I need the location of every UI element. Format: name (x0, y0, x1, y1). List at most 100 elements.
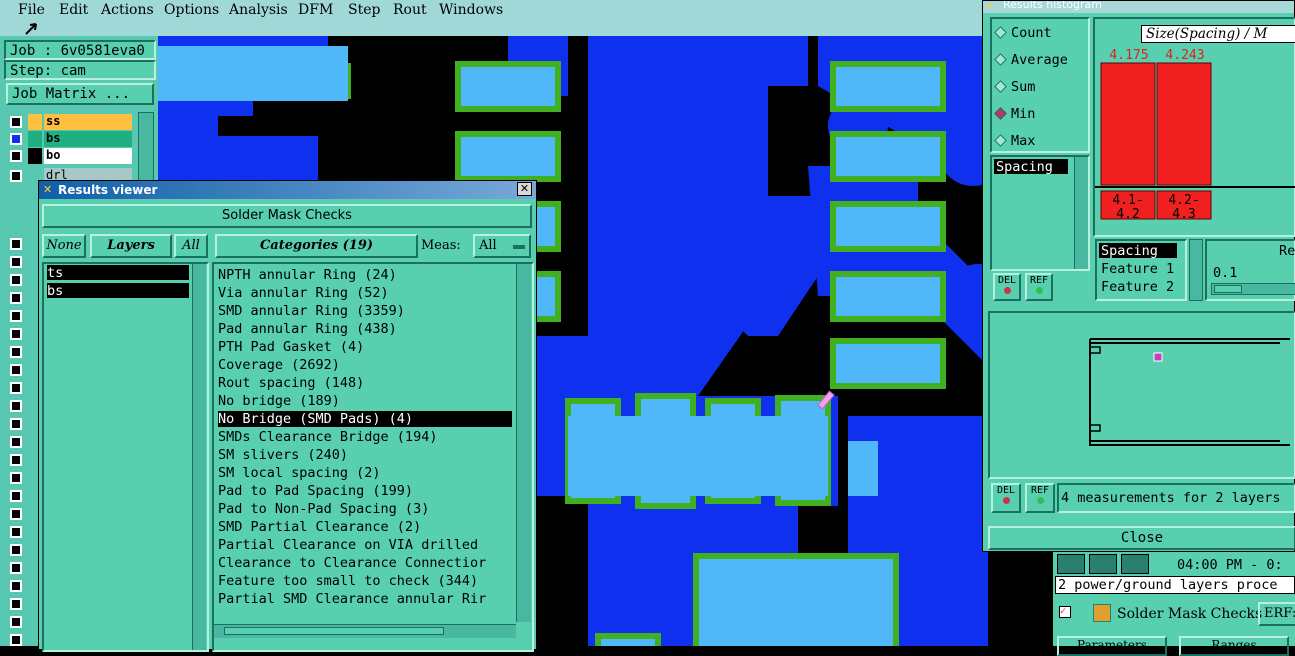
tab-ranges[interactable]: Ranges (1179, 636, 1289, 656)
job-matrix-button[interactable]: Job Matrix ... (6, 83, 154, 105)
bin-label: 4.1- (1112, 193, 1143, 208)
layer-checkbox[interactable] (10, 116, 22, 128)
list-item[interactable]: Feature too small to check (344) (218, 573, 478, 589)
layer-checkbox[interactable] (10, 150, 22, 162)
list-item[interactable]: Pad to Non-Pad Spacing (3) (218, 501, 429, 517)
radio-max[interactable]: Max (994, 133, 1035, 149)
list-item[interactable]: SMDs Clearance Bridge (194) (218, 429, 437, 445)
dfm-panel: 04:00 PM - 0: 2 power/ground layers proc… (1053, 552, 1295, 656)
ref-button[interactable]: REF (1025, 483, 1055, 513)
list-item[interactable]: Via annular Ring (52) (218, 285, 389, 301)
results-viewer-title: Results viewer (58, 183, 158, 197)
none-button[interactable]: None (42, 234, 86, 258)
del-button[interactable]: DEL (991, 483, 1021, 513)
layer-checkbox[interactable] (10, 170, 22, 182)
list-item[interactable]: bs (47, 283, 189, 299)
radio-sum[interactable]: Sum (994, 79, 1035, 95)
list-item[interactable]: Partial Clearance on VIA drilled (218, 537, 478, 553)
layer-name[interactable]: ss (44, 114, 132, 130)
list-item-selected[interactable]: Spacing (994, 159, 1068, 175)
histogram-titlebar[interactable]: ✕ Results histogram (983, 1, 1294, 13)
menu-file[interactable]: File (18, 2, 45, 18)
range-slider-thumb[interactable] (1214, 285, 1242, 293)
list-item[interactable]: NPTH annular Ring (24) (218, 267, 397, 283)
categories-vscrollbar[interactable] (516, 264, 531, 622)
radio-count[interactable]: Count (994, 25, 1052, 41)
erf-button[interactable]: ERF: (1258, 602, 1295, 626)
solder-mask-checks-header[interactable]: Solder Mask Checks (42, 204, 532, 228)
list-item[interactable]: Feature 2 (1101, 279, 1174, 295)
list-item[interactable]: SMD annular Ring (3359) (218, 303, 405, 319)
hscroll-thumb[interactable] (224, 627, 444, 635)
window-icon: ✕ (43, 183, 53, 196)
list-item[interactable]: SM slivers (240) (218, 447, 348, 463)
list-item-selected[interactable]: No Bridge (SMD Pads) (4) (218, 411, 512, 427)
dropdown-icon (513, 245, 525, 249)
categories-button[interactable]: Categories (19) (215, 234, 418, 258)
layers-list[interactable]: ts bs (42, 262, 209, 652)
menu-windows[interactable]: Windows (439, 2, 503, 18)
meas-dropdown[interactable]: All (473, 234, 531, 258)
bin-label: 4.2- (1168, 193, 1199, 208)
attribute-scrollbar[interactable] (1189, 239, 1203, 301)
layer-name[interactable]: bs (44, 131, 132, 147)
menu-options[interactable]: Options (164, 2, 219, 18)
list-item[interactable]: Rout spacing (148) (218, 375, 364, 391)
bar-value-label: 4.243 (1165, 48, 1204, 63)
results-viewer-window: ✕ Results viewer ✕ Solder Mask Checks No… (38, 180, 537, 652)
menu-actions[interactable]: Actions (101, 2, 154, 18)
list-item[interactable]: No bridge (189) (218, 393, 340, 409)
layers-button[interactable]: Layers (90, 234, 172, 258)
list-item-selected[interactable]: Spacing (1099, 243, 1177, 259)
dfm-item-label[interactable]: Solder Mask Checks (1117, 606, 1262, 622)
summary-text: 4 measurements for 2 layers (1057, 483, 1295, 513)
menu-rout[interactable]: Rout (393, 2, 427, 18)
categories-list[interactable]: NPTH annular Ring (24) Via annular Ring … (212, 262, 534, 652)
del-button[interactable]: DEL (993, 273, 1021, 301)
list-item[interactable]: Pad to Pad Spacing (199) (218, 483, 413, 499)
step-label: Step: cam (4, 60, 156, 80)
menu-analysis[interactable]: Analysis (229, 2, 288, 18)
range-panel: Re 0.1 (1205, 239, 1295, 301)
list-item[interactable]: Partial SMD Clearance annular Rir (218, 591, 486, 607)
results-histogram-window: ✕ Results histogram Count Average Sum Mi… (982, 0, 1295, 552)
menu-edit[interactable]: Edit (59, 2, 88, 18)
toolbar-icon[interactable] (1121, 554, 1149, 574)
layers-scrollbar[interactable] (192, 264, 206, 650)
toolbar-icon[interactable] (1089, 554, 1117, 574)
categories-hscrollbar[interactable] (214, 624, 516, 638)
menu-bar: File Edit Actions Options Analysis DFM S… (0, 0, 985, 36)
menu-dfm[interactable]: DFM (298, 2, 333, 18)
check-icon[interactable]: ✓ (1059, 606, 1071, 618)
layer-color-swatch (28, 131, 42, 147)
list-item[interactable]: SM local spacing (2) (218, 465, 381, 481)
histogram-chart: Size(Spacing) / M 4.175 4.1- 4.2 4.243 4.2- 4… (1093, 17, 1295, 237)
measure-list[interactable]: Spacing (990, 155, 1090, 271)
measure-scrollbar[interactable] (1074, 157, 1088, 269)
layer-name[interactable]: bo (44, 148, 132, 164)
all-button[interactable]: All (174, 234, 208, 258)
list-item[interactable]: SMD Partial Clearance (2) (218, 519, 421, 535)
list-item[interactable]: Coverage (2692) (218, 357, 340, 373)
list-item[interactable]: Feature 1 (1101, 261, 1174, 277)
close-icon[interactable]: ✕ (517, 182, 532, 196)
toolbar-icon[interactable] (1057, 554, 1085, 574)
attribute-list[interactable]: Spacing Feature 1 Feature 2 (1095, 239, 1187, 301)
list-item[interactable]: ts (47, 265, 189, 281)
layer-checkbox[interactable] (10, 133, 22, 145)
histogram-title: Results histogram (1003, 1, 1102, 11)
radio-average[interactable]: Average (994, 52, 1068, 68)
list-item[interactable]: Clearance to Clearance Connectior (218, 555, 486, 571)
histogram-bar (1156, 62, 1212, 186)
radio-min[interactable]: Min (994, 106, 1035, 122)
window-icon: ✕ (987, 1, 994, 12)
ref-button[interactable]: REF (1025, 273, 1053, 301)
list-item[interactable]: PTH Pad Gasket (4) (218, 339, 364, 355)
results-viewer-titlebar[interactable]: ✕ Results viewer ✕ (39, 181, 536, 199)
list-item[interactable]: Pad annular Ring (438) (218, 321, 397, 337)
range-slider[interactable] (1211, 283, 1295, 295)
bin-label: 4.3 (1172, 207, 1195, 222)
close-button[interactable]: Close (988, 526, 1295, 550)
menu-step[interactable]: Step (348, 2, 380, 18)
tab-parameters[interactable]: Parameters (1057, 636, 1167, 656)
